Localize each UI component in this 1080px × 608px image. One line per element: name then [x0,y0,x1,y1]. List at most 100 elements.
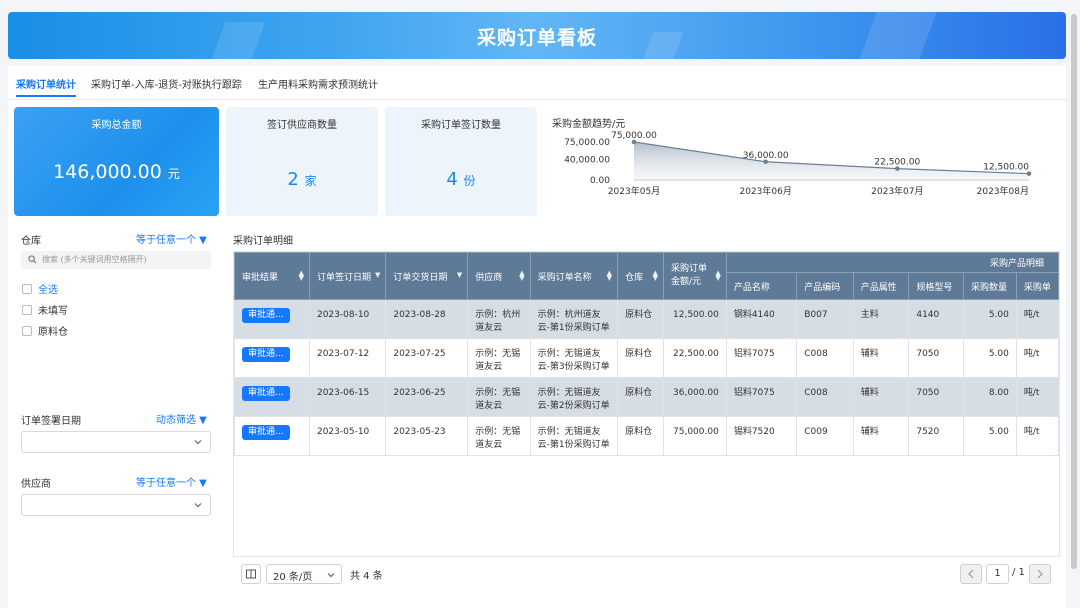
cell-amount: 22,500.00 [662,338,727,378]
option-select-all[interactable]: 全选 [22,281,58,296]
col-header-delivery-date[interactable]: 订单交货日期 ▼ [385,252,469,300]
page-number-input[interactable]: 1 [986,564,1009,584]
option-unfilled[interactable]: 未填写 [22,302,68,317]
supplier-select[interactable] [21,494,211,516]
cell-amount: 75,000.00 [662,416,727,456]
status-badge[interactable]: 审批通... [242,386,290,401]
checkbox[interactable] [22,326,32,336]
cell-delivery-date: 2023-05-23 [385,416,469,456]
trend-chart-svg: 75,000.00 36,000.00 22,500.00 12,500.00 75,0… [564,131,1032,197]
cell-unit: 吨/t [1015,416,1059,456]
cell-spec: 4140 [908,299,965,339]
filter-op-sign-date[interactable]: 动态筛选 ▼ [156,411,207,426]
checkbox[interactable] [22,305,32,315]
col-header-order-name[interactable]: 采购订单名称 ▲ ▼ [529,252,619,300]
cell-product-name: 锡料7520 [725,416,798,456]
cell-amount: 12,500.00 [662,299,727,339]
sort-icon[interactable]: ▲ ▼ [519,270,524,282]
col-header-supplier[interactable]: 供应商 ▲ ▼ [467,252,531,300]
series-area [634,142,1029,180]
warehouse-search-input[interactable]: 搜索 (多个关键词用空格隔开) [21,251,211,269]
status-badge[interactable]: 审批通... [242,425,290,440]
chevron-left-icon [968,569,974,579]
cell-delivery-date: 2023-07-25 [385,338,469,378]
filter-op-supplier[interactable]: 等于任意一个 ▼ [136,474,207,489]
cell-warehouse: 原料仓 [617,416,664,456]
tab-order-tracking[interactable]: 采购订单-入库-退货-对账执行跟踪 [91,76,242,91]
chevron-down-icon [194,503,202,508]
kpi-value: 2 家 [287,169,317,190]
search-placeholder: 搜索 (多个关键词用空格隔开) [42,255,147,264]
next-page-button[interactable] [1029,564,1051,584]
col-header-product-attr[interactable]: 产品属性 [852,272,910,300]
sort-icon[interactable]: ▲ ▼ [299,270,304,282]
sort-desc-icon[interactable]: ▼ [375,272,380,279]
cell-sign-date: 2023-07-12 [308,338,387,378]
table-title: 采购订单明细 [233,236,293,247]
page-size-select[interactable]: 20 条/页 [266,564,342,584]
col-header-status[interactable]: 审批结果 ▲ ▼ [234,252,310,300]
x-tick-label: 2023年06月 [739,185,791,197]
sort-icon[interactable]: ▲ ▼ [715,270,720,282]
col-header-product-code[interactable]: 产品编码 [796,272,854,300]
cell-order-name: 示例：无锡道友云-第1份采购订单 [529,416,619,456]
y-tick-label: 0.00 [590,176,610,186]
cell-unit: 吨/t [1015,377,1059,417]
cell-status: 审批通... [234,377,310,417]
col-header-sign-date[interactable]: 订单签订日期 ▼ [308,252,387,300]
filter-op-warehouse[interactable]: 等于任意一个 ▼ [136,231,207,246]
tab-material-forecast[interactable]: 生产用料采购需求预测统计 [258,76,378,91]
status-badge[interactable]: 审批通... [242,308,290,323]
kpi-label: 签订供应商数量 [267,120,337,131]
search-icon [28,255,37,264]
page-title: 采购订单看板 [476,27,597,49]
table-row[interactable]: 审批通... 2023-06-15 2023-06-25 示例：无锡道友云 示例：无锡道… [234,377,1059,417]
y-tick-label: 40,000.00 [564,156,610,166]
page-scrollbar[interactable] [1071,14,1077,569]
col-header-amount[interactable]: 采购订单金额/元 ▲ ▼ [662,252,727,300]
tab-order-stats[interactable]: 采购订单统计 [16,76,76,97]
x-tick-label: 2023年08月 [977,185,1029,197]
cell-product-name: 铝料7075 [725,338,798,378]
table-row[interactable]: 审批通... 2023-08-10 2023-08-28 示例：杭州道友云 示例：杭州道… [234,299,1059,339]
cell-supplier: 示例：杭州道友云 [467,299,531,339]
cell-supplier: 示例：无锡道友云 [467,377,531,417]
sort-icon[interactable]: ▲ ▼ [653,270,658,282]
sign-date-select[interactable] [21,431,211,453]
current-page: 1 [994,568,1001,579]
kpi-unit: 份 [463,174,476,188]
kpi-unit: 元 [167,167,180,181]
cell-order-name: 示例：杭州道友云-第1份采购订单 [529,299,619,339]
table-row[interactable]: 审批通... 2023-05-10 2023-05-23 示例：无锡道友云 示例：无锡道… [234,416,1059,456]
data-label: 36,000.00 [743,151,789,161]
filter-label-warehouse: 仓库 [21,236,41,247]
cell-product-code: B007 [796,299,854,339]
column-toggle-button[interactable] [241,564,261,584]
table-body: 审批通... 2023-08-10 2023-08-28 示例：杭州道友云 示例：杭州道… [234,299,1059,456]
cell-warehouse: 原料仓 [617,299,664,339]
prev-page-button[interactable] [960,564,982,584]
col-header-warehouse[interactable]: 仓库 ▲ ▼ [617,252,664,300]
sort-icon[interactable]: ▲ ▼ [607,270,612,282]
col-header-unit[interactable]: 采购单 [1015,272,1059,300]
kpi-label: 采购总金额 [91,120,142,131]
chevron-right-icon [1037,569,1043,579]
col-header-product-name[interactable]: 产品名称 [725,272,798,300]
cell-product-attr: 辅料 [852,416,910,456]
cell-delivery-date: 2023-06-25 [385,377,469,417]
status-badge[interactable]: 审批通... [242,347,290,362]
cell-qty: 5.00 [963,338,1017,378]
cell-product-attr: 主料 [852,299,910,339]
cell-product-name: 铝料7075 [725,377,798,417]
cell-sign-date: 2023-05-10 [308,416,387,456]
table-row[interactable]: 审批通... 2023-07-12 2023-07-25 示例：无锡道友云 示例：无锡道… [234,338,1059,378]
filter-label-supplier: 供应商 [21,479,51,490]
checkbox[interactable] [22,284,32,294]
option-raw-material-warehouse[interactable]: 原料仓 [22,323,68,338]
cell-supplier: 示例：无锡道友云 [467,338,531,378]
col-header-qty[interactable]: 采购数量 [963,272,1017,300]
col-header-spec[interactable]: 规格型号 [908,272,965,300]
columns-icon [246,569,256,579]
page-size-value: 20 条/页 [273,572,313,583]
sort-desc-icon[interactable]: ▼ [457,272,462,279]
